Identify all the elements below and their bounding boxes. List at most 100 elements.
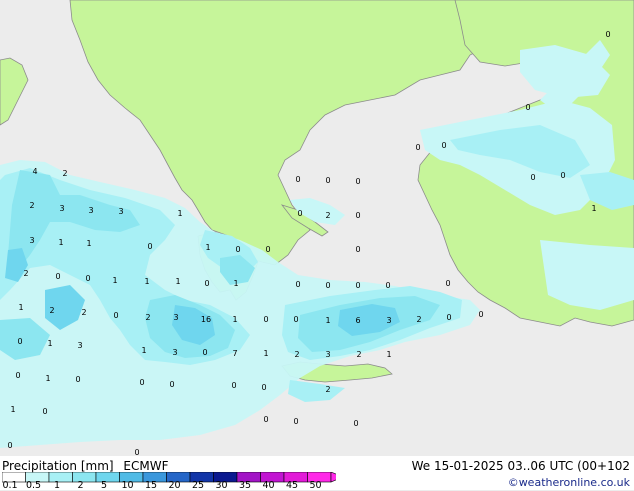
value-label: 2: [49, 306, 54, 315]
valid-datetime: We 15-01-2025 03..06 UTC (00+102: [411, 459, 630, 473]
value-label: 2: [416, 315, 421, 324]
value-label: 0: [355, 211, 360, 220]
value-label: 0: [525, 103, 530, 112]
value-label: 0: [42, 407, 47, 416]
legend-tick-label: 0.5: [25, 480, 42, 491]
value-label: 3: [173, 313, 178, 322]
legend-arrow: [330, 472, 336, 483]
value-label: 1: [325, 316, 330, 325]
value-label: 0: [75, 375, 80, 384]
value-label: 2: [356, 350, 361, 359]
legend-tick-label: 10: [121, 480, 134, 491]
value-label: 0: [325, 281, 330, 290]
value-label: 1: [47, 339, 52, 348]
value-label: 7: [232, 349, 237, 358]
value-label: 1: [175, 277, 180, 286]
value-label: 0: [605, 30, 610, 39]
value-label: 0: [530, 173, 535, 182]
value-label: 3: [325, 350, 330, 359]
value-label: 0: [139, 378, 144, 387]
value-label: 6: [355, 316, 360, 325]
value-label: 3: [29, 236, 34, 245]
value-label: 0: [113, 311, 118, 320]
value-label: 3: [118, 207, 123, 216]
legend-swatch: [72, 472, 97, 483]
legend-tick-label: 0.1: [2, 480, 18, 491]
legend-tick-label: 25: [191, 480, 205, 491]
legend-tick-label: 15: [144, 480, 158, 491]
value-label: 1: [144, 277, 149, 286]
value-label: 0: [169, 380, 174, 389]
value-label: 1: [177, 209, 182, 218]
value-label: 2: [145, 313, 150, 322]
value-label: 1: [232, 315, 237, 324]
value-label: 0: [295, 280, 300, 289]
value-label: 0: [85, 274, 90, 283]
precipitation-map: 4 2 2 3 3 3 3 1 2 1 1 0 2 2 0 0 1 1 1 0 …: [0, 0, 634, 457]
value-label: 1: [205, 243, 210, 252]
value-label: 0: [293, 315, 298, 324]
value-label: 0: [560, 171, 565, 180]
value-label: 2: [325, 385, 330, 394]
value-label: 0: [15, 371, 20, 380]
value-label: 0: [263, 415, 268, 424]
value-label: 0: [204, 279, 209, 288]
value-label: 0: [385, 281, 390, 290]
value-label: 0: [295, 175, 300, 184]
value-label: 0: [7, 441, 12, 450]
value-label: 0: [231, 381, 236, 390]
value-label: 2: [81, 308, 86, 317]
legend-tick-label: 2: [77, 480, 84, 491]
value-label: 0: [478, 310, 483, 319]
value-label: 3: [386, 316, 391, 325]
value-label: 0: [355, 177, 360, 186]
value-label: 0: [353, 419, 358, 428]
legend-swatch: [95, 472, 120, 483]
value-label: 0: [55, 272, 60, 281]
value-label: 3: [59, 204, 64, 213]
value-label: 0: [446, 313, 451, 322]
value-label: 3: [172, 348, 177, 357]
value-label: 0: [202, 348, 207, 357]
value-label: 0: [325, 176, 330, 185]
value-label: 0: [265, 245, 270, 254]
value-label: 1: [591, 204, 596, 213]
legend-tick-label: 45: [285, 480, 299, 491]
value-label: 1: [263, 349, 268, 358]
legend-title: Precipitation [mm] ECMWF: [2, 459, 168, 473]
model-name: ECMWF: [123, 459, 169, 473]
legend-tick-label: 1: [53, 480, 61, 491]
value-label: 0: [293, 417, 298, 426]
value-label: 1: [18, 303, 23, 312]
legend-tick-label: 5: [100, 480, 108, 491]
legend-tick-label: 50: [309, 480, 322, 491]
value-label: 0: [415, 143, 420, 152]
value-label: 16: [201, 315, 211, 324]
value-label: 1: [86, 239, 91, 248]
value-label: 3: [77, 341, 82, 350]
value-label: 1: [45, 374, 50, 383]
legend-title-text: Precipitation [mm]: [2, 459, 114, 473]
value-label: 0: [355, 281, 360, 290]
value-label: 4: [32, 167, 37, 176]
value-label: 1: [58, 238, 63, 247]
value-label: 1: [10, 405, 15, 414]
value-label: 1: [112, 276, 117, 285]
credit-text: ©weatheronline.co.uk: [507, 476, 630, 489]
value-label: 1: [141, 346, 146, 355]
value-label: 0: [261, 383, 266, 392]
value-label: 0: [263, 315, 268, 324]
value-label: 2: [62, 169, 67, 178]
value-label: 2: [23, 269, 28, 278]
legend-tick-label: 30: [215, 480, 228, 491]
legend-swatch: [48, 472, 73, 483]
value-label: 0: [17, 337, 22, 346]
value-label: 0: [441, 141, 446, 150]
value-label: 0: [147, 242, 152, 251]
value-label: 2: [325, 211, 330, 220]
value-label: 1: [386, 350, 391, 359]
value-label: 0: [297, 209, 302, 218]
legend-tick-label: 20: [168, 480, 181, 491]
value-label: 0: [445, 279, 450, 288]
value-label: 0: [235, 245, 240, 254]
